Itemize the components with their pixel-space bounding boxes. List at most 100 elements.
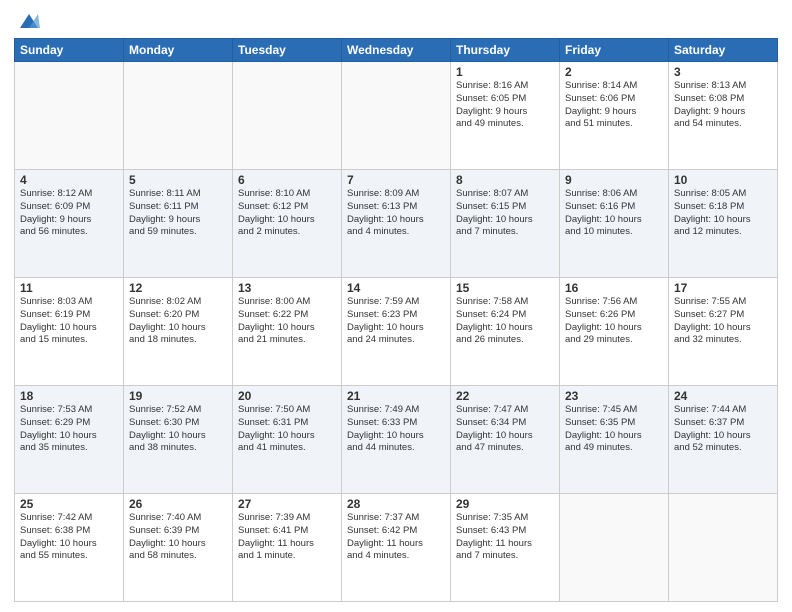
calendar-header-row: SundayMondayTuesdayWednesdayThursdayFrid…	[15, 39, 778, 62]
calendar-cell: 17Sunrise: 7:55 AM Sunset: 6:27 PM Dayli…	[669, 278, 778, 386]
calendar-cell: 26Sunrise: 7:40 AM Sunset: 6:39 PM Dayli…	[124, 494, 233, 602]
calendar-week-4: 18Sunrise: 7:53 AM Sunset: 6:29 PM Dayli…	[15, 386, 778, 494]
calendar-cell: 28Sunrise: 7:37 AM Sunset: 6:42 PM Dayli…	[342, 494, 451, 602]
day-number: 23	[565, 389, 663, 403]
day-number: 27	[238, 497, 336, 511]
calendar-cell: 4Sunrise: 8:12 AM Sunset: 6:09 PM Daylig…	[15, 170, 124, 278]
calendar-cell: 5Sunrise: 8:11 AM Sunset: 6:11 PM Daylig…	[124, 170, 233, 278]
day-info: Sunrise: 7:37 AM Sunset: 6:42 PM Dayligh…	[347, 512, 445, 563]
day-number: 7	[347, 173, 445, 187]
day-info: Sunrise: 8:11 AM Sunset: 6:11 PM Dayligh…	[129, 188, 227, 239]
calendar-cell: 23Sunrise: 7:45 AM Sunset: 6:35 PM Dayli…	[560, 386, 669, 494]
day-number: 6	[238, 173, 336, 187]
day-info: Sunrise: 8:16 AM Sunset: 6:05 PM Dayligh…	[456, 80, 554, 131]
calendar-cell	[124, 62, 233, 170]
day-info: Sunrise: 7:50 AM Sunset: 6:31 PM Dayligh…	[238, 404, 336, 455]
day-info: Sunrise: 7:56 AM Sunset: 6:26 PM Dayligh…	[565, 296, 663, 347]
column-header-saturday: Saturday	[669, 39, 778, 62]
column-header-thursday: Thursday	[451, 39, 560, 62]
day-info: Sunrise: 7:45 AM Sunset: 6:35 PM Dayligh…	[565, 404, 663, 455]
calendar-cell: 27Sunrise: 7:39 AM Sunset: 6:41 PM Dayli…	[233, 494, 342, 602]
logo	[14, 10, 40, 32]
day-info: Sunrise: 8:02 AM Sunset: 6:20 PM Dayligh…	[129, 296, 227, 347]
calendar-cell: 3Sunrise: 8:13 AM Sunset: 6:08 PM Daylig…	[669, 62, 778, 170]
calendar-cell: 7Sunrise: 8:09 AM Sunset: 6:13 PM Daylig…	[342, 170, 451, 278]
calendar-cell	[342, 62, 451, 170]
day-info: Sunrise: 7:44 AM Sunset: 6:37 PM Dayligh…	[674, 404, 772, 455]
day-info: Sunrise: 8:14 AM Sunset: 6:06 PM Dayligh…	[565, 80, 663, 131]
day-number: 18	[20, 389, 118, 403]
calendar-cell: 24Sunrise: 7:44 AM Sunset: 6:37 PM Dayli…	[669, 386, 778, 494]
calendar-cell: 12Sunrise: 8:02 AM Sunset: 6:20 PM Dayli…	[124, 278, 233, 386]
page: SundayMondayTuesdayWednesdayThursdayFrid…	[0, 0, 792, 612]
day-info: Sunrise: 7:35 AM Sunset: 6:43 PM Dayligh…	[456, 512, 554, 563]
day-number: 25	[20, 497, 118, 511]
day-info: Sunrise: 8:13 AM Sunset: 6:08 PM Dayligh…	[674, 80, 772, 131]
calendar-cell: 2Sunrise: 8:14 AM Sunset: 6:06 PM Daylig…	[560, 62, 669, 170]
day-info: Sunrise: 7:53 AM Sunset: 6:29 PM Dayligh…	[20, 404, 118, 455]
calendar-week-3: 11Sunrise: 8:03 AM Sunset: 6:19 PM Dayli…	[15, 278, 778, 386]
day-number: 12	[129, 281, 227, 295]
day-number: 26	[129, 497, 227, 511]
day-info: Sunrise: 7:49 AM Sunset: 6:33 PM Dayligh…	[347, 404, 445, 455]
calendar-week-1: 1Sunrise: 8:16 AM Sunset: 6:05 PM Daylig…	[15, 62, 778, 170]
day-number: 9	[565, 173, 663, 187]
day-info: Sunrise: 7:52 AM Sunset: 6:30 PM Dayligh…	[129, 404, 227, 455]
day-number: 10	[674, 173, 772, 187]
day-number: 15	[456, 281, 554, 295]
day-number: 5	[129, 173, 227, 187]
day-info: Sunrise: 7:58 AM Sunset: 6:24 PM Dayligh…	[456, 296, 554, 347]
day-number: 21	[347, 389, 445, 403]
day-info: Sunrise: 7:40 AM Sunset: 6:39 PM Dayligh…	[129, 512, 227, 563]
day-number: 17	[674, 281, 772, 295]
day-number: 11	[20, 281, 118, 295]
calendar-cell: 18Sunrise: 7:53 AM Sunset: 6:29 PM Dayli…	[15, 386, 124, 494]
calendar-cell	[233, 62, 342, 170]
calendar-cell: 8Sunrise: 8:07 AM Sunset: 6:15 PM Daylig…	[451, 170, 560, 278]
calendar-cell: 13Sunrise: 8:00 AM Sunset: 6:22 PM Dayli…	[233, 278, 342, 386]
day-number: 1	[456, 65, 554, 79]
day-number: 20	[238, 389, 336, 403]
column-header-tuesday: Tuesday	[233, 39, 342, 62]
calendar: SundayMondayTuesdayWednesdayThursdayFrid…	[14, 38, 778, 602]
day-number: 19	[129, 389, 227, 403]
calendar-cell: 25Sunrise: 7:42 AM Sunset: 6:38 PM Dayli…	[15, 494, 124, 602]
calendar-cell: 21Sunrise: 7:49 AM Sunset: 6:33 PM Dayli…	[342, 386, 451, 494]
day-info: Sunrise: 7:42 AM Sunset: 6:38 PM Dayligh…	[20, 512, 118, 563]
column-header-sunday: Sunday	[15, 39, 124, 62]
calendar-cell: 9Sunrise: 8:06 AM Sunset: 6:16 PM Daylig…	[560, 170, 669, 278]
day-number: 24	[674, 389, 772, 403]
day-info: Sunrise: 8:12 AM Sunset: 6:09 PM Dayligh…	[20, 188, 118, 239]
calendar-cell: 10Sunrise: 8:05 AM Sunset: 6:18 PM Dayli…	[669, 170, 778, 278]
calendar-cell: 16Sunrise: 7:56 AM Sunset: 6:26 PM Dayli…	[560, 278, 669, 386]
calendar-cell	[560, 494, 669, 602]
day-number: 2	[565, 65, 663, 79]
day-number: 4	[20, 173, 118, 187]
calendar-cell: 11Sunrise: 8:03 AM Sunset: 6:19 PM Dayli…	[15, 278, 124, 386]
header	[14, 10, 778, 32]
calendar-cell: 15Sunrise: 7:58 AM Sunset: 6:24 PM Dayli…	[451, 278, 560, 386]
day-info: Sunrise: 7:47 AM Sunset: 6:34 PM Dayligh…	[456, 404, 554, 455]
day-info: Sunrise: 8:05 AM Sunset: 6:18 PM Dayligh…	[674, 188, 772, 239]
day-number: 8	[456, 173, 554, 187]
day-info: Sunrise: 8:07 AM Sunset: 6:15 PM Dayligh…	[456, 188, 554, 239]
day-info: Sunrise: 8:09 AM Sunset: 6:13 PM Dayligh…	[347, 188, 445, 239]
day-number: 16	[565, 281, 663, 295]
column-header-friday: Friday	[560, 39, 669, 62]
calendar-cell: 6Sunrise: 8:10 AM Sunset: 6:12 PM Daylig…	[233, 170, 342, 278]
column-header-wednesday: Wednesday	[342, 39, 451, 62]
day-info: Sunrise: 7:59 AM Sunset: 6:23 PM Dayligh…	[347, 296, 445, 347]
calendar-cell: 29Sunrise: 7:35 AM Sunset: 6:43 PM Dayli…	[451, 494, 560, 602]
calendar-cell: 20Sunrise: 7:50 AM Sunset: 6:31 PM Dayli…	[233, 386, 342, 494]
day-number: 14	[347, 281, 445, 295]
day-number: 3	[674, 65, 772, 79]
day-number: 13	[238, 281, 336, 295]
day-info: Sunrise: 8:03 AM Sunset: 6:19 PM Dayligh…	[20, 296, 118, 347]
column-header-monday: Monday	[124, 39, 233, 62]
calendar-cell: 1Sunrise: 8:16 AM Sunset: 6:05 PM Daylig…	[451, 62, 560, 170]
day-info: Sunrise: 7:55 AM Sunset: 6:27 PM Dayligh…	[674, 296, 772, 347]
day-info: Sunrise: 8:10 AM Sunset: 6:12 PM Dayligh…	[238, 188, 336, 239]
logo-icon	[18, 10, 40, 32]
calendar-cell: 22Sunrise: 7:47 AM Sunset: 6:34 PM Dayli…	[451, 386, 560, 494]
day-number: 29	[456, 497, 554, 511]
